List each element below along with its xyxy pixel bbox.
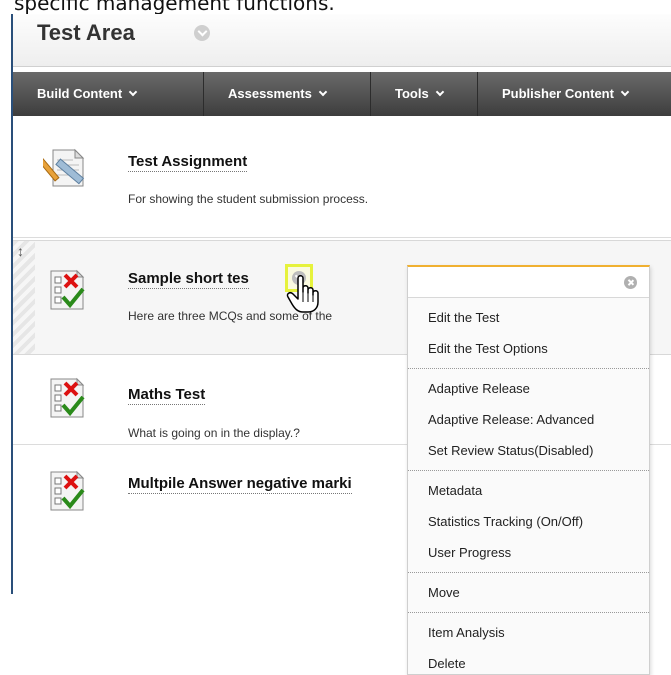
test-icon <box>50 377 85 418</box>
hand-cursor-icon <box>286 275 319 313</box>
caption-text: specific management functions. <box>14 0 335 15</box>
context-menu-group: Edit the Test Edit the Test Options <box>408 298 649 369</box>
context-menu-header <box>408 267 649 298</box>
menu-item-set-review-status[interactable]: Set Review Status(Disabled) <box>408 435 649 466</box>
menu-item-metadata[interactable]: Metadata <box>408 475 649 506</box>
menu-assessments-label: Assessments <box>228 86 312 101</box>
menu-item-edit-test[interactable]: Edit the Test <box>408 302 649 333</box>
drag-handle[interactable]: ↕ <box>13 241 35 354</box>
menu-assessments[interactable]: Assessments <box>204 72 371 116</box>
test-icon <box>50 269 85 310</box>
context-menu-group: Item Analysis Delete <box>408 613 649 674</box>
context-menu-group: Move <box>408 573 649 613</box>
course-menubar: Build Content Assessments Tools Publishe… <box>13 72 671 116</box>
chevron-down-icon <box>620 87 630 97</box>
menu-publisher-content-label: Publisher Content <box>502 86 614 101</box>
menu-item-delete[interactable]: Delete <box>408 648 649 674</box>
menu-build-content-label: Build Content <box>37 86 123 101</box>
context-menu-group: Adaptive Release Adaptive Release: Advan… <box>408 369 649 471</box>
menu-item-move[interactable]: Move <box>408 577 649 608</box>
menu-item-user-progress[interactable]: User Progress <box>408 537 649 568</box>
chevron-down-icon <box>128 87 138 97</box>
content-item-title[interactable]: Sample short tes <box>128 270 249 289</box>
page-title: Test Area <box>37 20 135 45</box>
close-icon[interactable] <box>624 276 637 289</box>
menu-tools[interactable]: Tools <box>371 72 478 116</box>
menu-item-edit-test-options[interactable]: Edit the Test Options <box>408 333 649 364</box>
content-item-description: For showing the student submission proce… <box>128 192 369 206</box>
context-menu-group: Metadata Statistics Tracking (On/Off) Us… <box>408 471 649 573</box>
page-title-bar: Test Area <box>13 14 671 67</box>
menu-publisher-content[interactable]: Publisher Content <box>478 72 671 116</box>
chevron-down-icon[interactable] <box>194 25 210 41</box>
content-item-description: What is going on in the display.? <box>128 426 300 440</box>
test-icon <box>50 470 85 511</box>
content-item-title[interactable]: Multpile Answer negative marki <box>128 475 352 494</box>
content-item: Test Assignment For showing the student … <box>13 118 671 238</box>
menu-item-statistics-tracking[interactable]: Statistics Tracking (On/Off) <box>408 506 649 537</box>
content-item-title[interactable]: Maths Test <box>128 386 206 405</box>
menu-item-item-analysis[interactable]: Item Analysis <box>408 617 649 648</box>
menu-item-adaptive-release[interactable]: Adaptive Release <box>408 373 649 404</box>
chevron-down-icon <box>318 87 328 97</box>
chevron-down-icon <box>435 87 444 97</box>
assignment-icon <box>43 148 85 187</box>
content-item-title[interactable]: Test Assignment <box>128 153 248 172</box>
menu-tools-label: Tools <box>395 86 429 101</box>
menu-build-content[interactable]: Build Content <box>13 72 204 116</box>
menu-item-adaptive-release-advanced[interactable]: Adaptive Release: Advanced <box>408 404 649 435</box>
reorder-arrow-icon: ↕ <box>17 243 24 259</box>
item-context-menu: Edit the Test Edit the Test Options Adap… <box>407 265 650 675</box>
